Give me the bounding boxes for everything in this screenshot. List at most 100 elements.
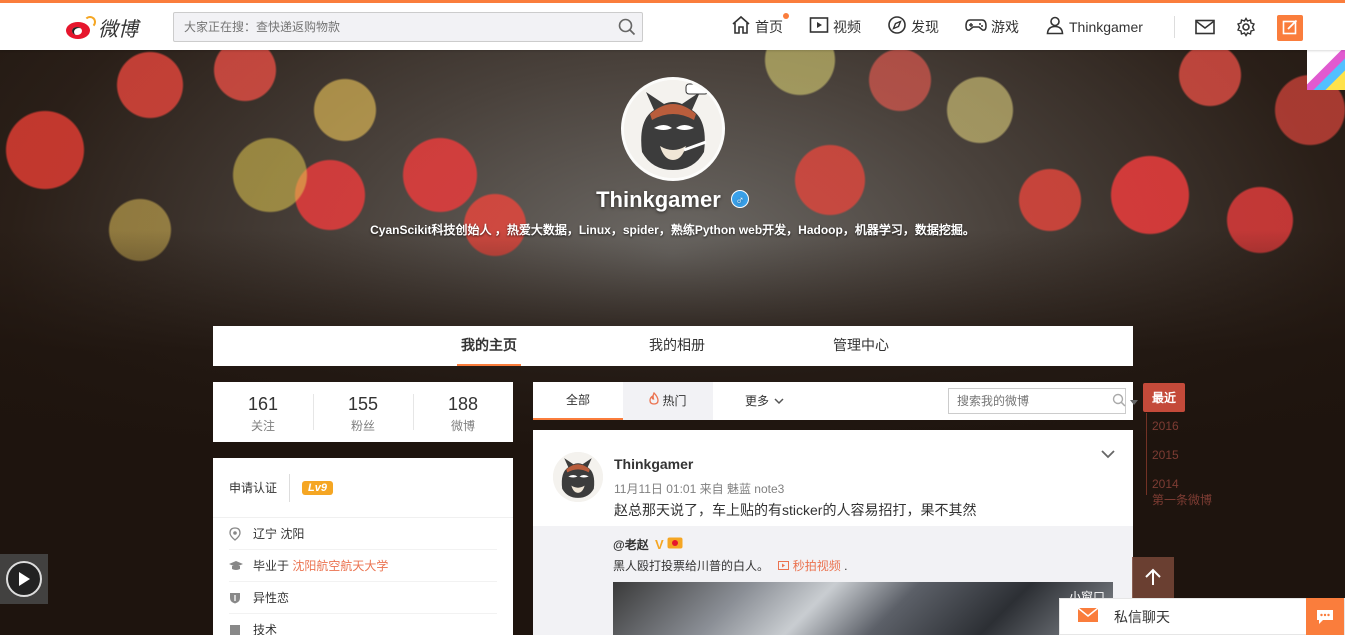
video-thumbnail[interactable]: 小窗口 — [613, 582, 1113, 635]
feed-tab-more[interactable]: 更多 — [713, 382, 816, 420]
weibo-eye-icon — [64, 15, 96, 40]
stat-followers[interactable]: 155 粉丝 — [313, 382, 413, 442]
nav-divider — [1174, 16, 1175, 38]
stat-posts-label: 微博 — [450, 419, 475, 433]
vip-badge-icon — [667, 537, 683, 552]
more-info-text: 技术 — [253, 623, 278, 635]
nav-home[interactable]: 首页 — [731, 13, 789, 38]
nav-discover-label: 发现 — [911, 18, 939, 35]
video-link[interactable]: 秒拍视频 — [778, 559, 844, 573]
gear-icon[interactable] — [1234, 15, 1258, 39]
post-options-chevron-icon[interactable] — [1101, 448, 1115, 462]
year-timeline: 最近 2016 2015 2014 第一条微博 — [1143, 383, 1223, 508]
timeline-year-2016[interactable]: 2016 — [1152, 412, 1223, 441]
back-to-top-button[interactable] — [1132, 557, 1174, 599]
private-chat-label: 私信聊天 — [1114, 608, 1170, 625]
profile-bio: CyanScikit科技创始人 ，热爱大数据，Linux，spider，熟练Py… — [370, 223, 975, 237]
profile-info-card: 申请认证 Lv9 辽宁 沈阳 毕业于 沈阳航空航天大学 异性恋 技术 — [213, 458, 513, 635]
location-text: 辽宁 沈阳 — [253, 527, 305, 541]
feed-tab-hot-label: 热门 — [662, 394, 687, 408]
feed-post: Thinkgamer 11月11日 01:01 来自 魅蓝 note3 赵总那天… — [533, 430, 1133, 635]
home-icon — [731, 15, 755, 38]
nav-home-label: 首页 — [755, 18, 783, 35]
tab-my-home[interactable]: 我的主页 — [457, 326, 521, 366]
reposted-content: @老赵 V 黑人殴打投票给川普的白人。 秒拍视频 . 小窗口 — [533, 526, 1133, 635]
compass-icon — [887, 15, 911, 38]
stat-posts[interactable]: 188 微博 — [413, 382, 513, 442]
post-author[interactable]: Thinkgamer — [614, 456, 693, 472]
post-avatar[interactable] — [553, 452, 603, 502]
level-badge[interactable]: Lv9 — [302, 480, 333, 495]
arrow-up-icon — [1143, 567, 1163, 590]
stat-following-count: 161 — [247, 394, 279, 414]
timeline-year-2015[interactable]: 2015 — [1152, 441, 1223, 470]
stat-followers-label: 粉丝 — [350, 419, 375, 433]
education-text: 毕业于 沈阳航空航天大学 — [253, 557, 388, 574]
tab-manage-center[interactable]: 管理中心 — [833, 326, 889, 366]
stat-posts-count: 188 — [447, 394, 479, 414]
profile-name-row: Thinkgamer ♂ — [0, 187, 1345, 213]
feed-filter-bar: 全部 热门 更多 — [533, 382, 1138, 420]
profile-avatar[interactable] — [621, 77, 725, 181]
media-play-button[interactable] — [0, 554, 48, 604]
timeline-first-post[interactable]: 第一条微博 — [1152, 491, 1223, 508]
nav-profile[interactable]: Thinkgamer — [1045, 15, 1143, 38]
envelope-icon — [1077, 607, 1099, 625]
nav-profile-label: Thinkgamer — [1069, 18, 1143, 35]
info-orientation: 异性恋 — [229, 582, 497, 614]
info-education: 毕业于 沈阳航空航天大学 — [229, 550, 497, 582]
chat-bubble-icon[interactable] — [1306, 598, 1344, 635]
compose-button[interactable] — [1277, 15, 1303, 41]
heart-shield-icon — [229, 592, 253, 604]
profile-tabs: 我的主页 我的相册 管理中心 — [213, 326, 1133, 366]
nav-games[interactable]: 游戏 — [965, 15, 1019, 38]
repost-author-row: @老赵 V — [613, 536, 683, 553]
logo-text: 微博 — [98, 17, 138, 41]
private-chat-bar[interactable]: 私信聊天 — [1059, 598, 1345, 635]
male-gender-icon: ♂ — [730, 190, 749, 208]
timeline-recent[interactable]: 最近 — [1143, 383, 1186, 412]
apply-verification-link[interactable]: 申请认证 — [229, 473, 291, 502]
mail-icon[interactable] — [1193, 15, 1217, 39]
repost-author[interactable]: @老赵 — [613, 538, 649, 552]
nav-discover[interactable]: 发现 — [887, 15, 939, 38]
user-icon — [1045, 15, 1069, 38]
verification-row: 申请认证 Lv9 — [213, 458, 513, 518]
feed-tab-hot[interactable]: 热门 — [623, 382, 713, 420]
timeline-line — [1146, 413, 1147, 495]
feed-search — [948, 388, 1138, 414]
feed-tab-all[interactable]: 全部 — [533, 382, 623, 420]
post-meta[interactable]: 11月11日 01:01 来自 魅蓝 note3 — [614, 480, 784, 497]
caret-down-icon[interactable] — [1130, 394, 1138, 408]
repost-text: 黑人殴打投票给川普的白人。 — [613, 559, 770, 573]
search-icon[interactable] — [612, 13, 642, 41]
play-icon — [6, 561, 42, 597]
profile-stats: 161 关注 155 粉丝 188 微博 — [213, 382, 513, 442]
repost-text-row: 黑人殴打投票给川普的白人。 秒拍视频 . — [613, 557, 847, 574]
weibo-logo[interactable]: 微博 — [64, 13, 138, 42]
info-more: 技术 — [229, 614, 497, 635]
location-pin-icon — [229, 526, 253, 541]
feed-tab-more-label: 更多 — [745, 394, 770, 408]
video-link-icon — [778, 559, 790, 573]
education-prefix: 毕业于 — [253, 559, 290, 573]
school-link[interactable]: 沈阳航空航天大学 — [292, 559, 388, 573]
stat-following[interactable]: 161 关注 — [213, 382, 313, 442]
feed-search-input[interactable] — [949, 389, 1112, 413]
info-location: 辽宁 沈阳 — [229, 518, 497, 550]
gamepad-icon — [965, 15, 991, 38]
tab-my-album[interactable]: 我的相册 — [649, 326, 705, 366]
orientation-text: 异性恋 — [253, 591, 290, 605]
stat-following-label: 关注 — [250, 419, 275, 433]
search-icon[interactable] — [1112, 393, 1126, 410]
nav-video[interactable]: 视频 — [809, 15, 861, 38]
global-search-input[interactable] — [174, 13, 612, 41]
notification-dot — [783, 13, 789, 19]
video-icon — [809, 15, 833, 38]
verified-v-icon: V — [655, 537, 664, 552]
skin-corner-icon[interactable] — [1307, 48, 1345, 90]
profile-name[interactable]: Thinkgamer — [596, 187, 721, 212]
post-text: 赵总那天说了，车上贴的有sticker的人容易招打，果不其然 — [614, 502, 977, 518]
top-navbar: 微博 首页 视频 发现 游戏 Thinkgamer — [0, 0, 1345, 50]
global-search — [173, 12, 643, 42]
